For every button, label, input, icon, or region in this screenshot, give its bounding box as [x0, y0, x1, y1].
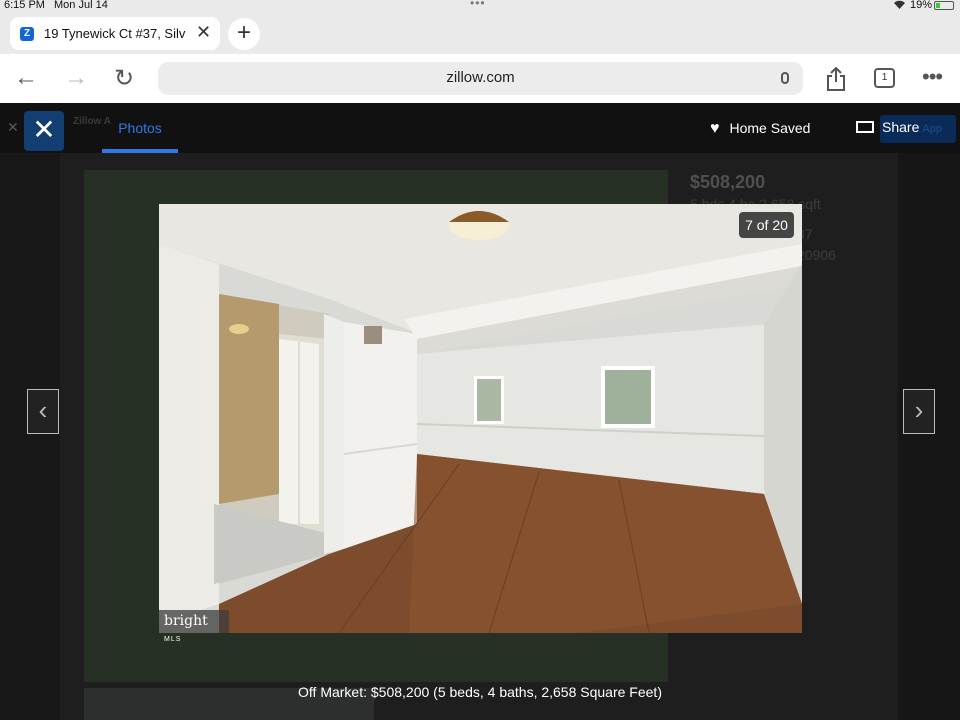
status-date: Mon Jul 14	[54, 0, 108, 11]
tab-close-icon[interactable]: ✕	[196, 22, 211, 43]
listing-photo[interactable]	[159, 204, 802, 633]
back-icon[interactable]: ←	[14, 64, 38, 92]
browser-toolbar: ← → ↻ zillow.com 1 •••	[0, 54, 960, 103]
tab-overview-button[interactable]: 1	[874, 68, 895, 88]
mail-icon	[856, 121, 874, 133]
battery-icon	[934, 1, 954, 10]
reload-icon[interactable]: ↻	[114, 64, 134, 93]
chevron-right-icon: ›	[914, 395, 924, 425]
tab-title: 19 Tynewick Ct #37, Silv	[44, 26, 186, 41]
status-time: 6:15 PM	[4, 0, 45, 11]
wifi-icon	[894, 0, 905, 10]
chevron-left-icon: ‹	[38, 395, 48, 425]
browser-tab[interactable]: Z 19 Tynewick Ct #37, Silv ✕	[10, 17, 220, 50]
photo-caption: Off Market: $508,200 (5 beds, 4 baths, 2…	[298, 684, 662, 700]
watermark-brand: bright	[164, 613, 208, 629]
close-icon: ✕	[32, 114, 56, 145]
forward-icon[interactable]: →	[64, 64, 88, 92]
share-label: Share	[882, 119, 920, 135]
page-content: ✕ Zillow A App $508,200 5 bds 4 ba 2,658…	[0, 103, 960, 720]
microphone-icon[interactable]	[781, 72, 789, 84]
url-text: zillow.com	[446, 69, 515, 86]
battery-percentage: 19%	[910, 0, 933, 11]
active-tab-indicator	[102, 149, 178, 153]
next-photo-button[interactable]: ›	[903, 389, 935, 434]
browser-tab-bar: Z 19 Tynewick Ct #37, Silv ✕ +	[0, 12, 960, 54]
background-panel-right	[898, 153, 960, 720]
status-bar: 6:15 PM Mon Jul 14 ••• 19%	[0, 0, 960, 12]
home-saved-button[interactable]: ♥ Home Saved	[710, 120, 810, 138]
zillow-favicon-icon: Z	[20, 27, 34, 41]
more-icon[interactable]: •••	[922, 64, 943, 90]
background-zip: 20906	[797, 247, 836, 263]
previous-photo-button[interactable]: ‹	[27, 389, 59, 434]
share-icon[interactable]	[826, 66, 846, 92]
background-price: $508,200	[690, 172, 766, 192]
new-tab-button[interactable]: +	[228, 18, 260, 50]
background-panel	[0, 153, 60, 720]
tab-photos[interactable]: Photos	[102, 120, 178, 136]
living-room-photo	[159, 204, 802, 633]
share-button[interactable]: Share	[856, 119, 919, 135]
close-viewer-button[interactable]: ✕	[24, 111, 64, 151]
banner-close-icon: ✕	[7, 119, 19, 135]
address-bar[interactable]: zillow.com	[158, 62, 803, 95]
multitask-dots-icon[interactable]: •••	[470, 0, 486, 10]
watermark-sub: MLS	[164, 636, 182, 643]
heart-icon: ♥	[710, 120, 720, 137]
photo-counter: 7 of 20	[739, 212, 794, 238]
bright-mls-watermark: bright MLS	[159, 610, 229, 643]
home-saved-label: Home Saved	[729, 120, 811, 136]
